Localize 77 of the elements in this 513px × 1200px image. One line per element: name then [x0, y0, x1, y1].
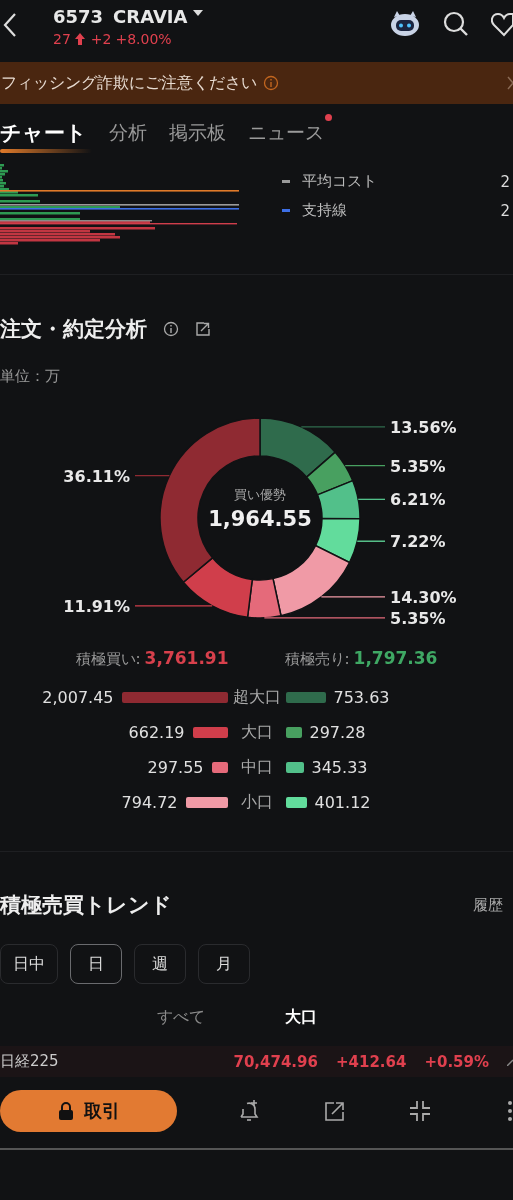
index-ticker-bar[interactable]: 日経225 70,474.96 +412.64 +0.59% [0, 1046, 513, 1077]
up-arrow-icon [74, 33, 85, 45]
leader-line [356, 540, 386, 542]
stock-code: 6573 [53, 5, 104, 27]
size-label: 超大口 [231, 687, 282, 708]
bell-plus-icon[interactable] [237, 1099, 261, 1123]
period-button[interactable]: 週 [134, 944, 186, 984]
tab[interactable]: 掲示板 [169, 116, 226, 150]
sell-value: 401.12 [314, 793, 371, 812]
total-value: 3,761.91 [144, 648, 229, 668]
banner-text: フィッシング詐欺にご注意ください [1, 72, 257, 94]
share-icon[interactable] [324, 1100, 346, 1122]
price-change: +2 [90, 31, 112, 47]
stock-price: 27 [53, 31, 71, 47]
info-icon[interactable] [163, 321, 179, 337]
leader-line [357, 498, 386, 500]
buy-value: 297.55 [147, 758, 204, 777]
period-button[interactable]: 月 [198, 944, 250, 984]
size-label: 中口 [239, 757, 274, 778]
percentage-label: 5.35% [390, 608, 446, 628]
tab[interactable]: 分析 [109, 116, 147, 150]
robot-icon[interactable] [389, 10, 421, 38]
stock-name: CRAVIA [113, 5, 188, 27]
heart-icon[interactable] [491, 11, 513, 37]
trade-button[interactable]: 取引 [0, 1090, 177, 1132]
period-button[interactable]: 日中 [0, 944, 58, 984]
more-icon[interactable] [507, 1100, 513, 1122]
percentage-label: 5.35% [390, 456, 446, 476]
buy-value: 2,007.45 [42, 688, 114, 707]
lock-icon [57, 1102, 74, 1120]
sell-value: 297.28 [309, 723, 366, 742]
section-title: 積極売買トレンド [0, 892, 172, 919]
percentage-label: 36.11% [63, 466, 130, 486]
warning-banner[interactable]: フィッシング詐欺にご注意ください [0, 62, 513, 104]
tab[interactable]: ニュース [248, 116, 324, 150]
legend-label: 平均コスト [302, 172, 378, 191]
total-value: 1,797.36 [353, 648, 438, 668]
total-label: 積極売り: [284, 650, 350, 668]
period-button[interactable]: 日 [70, 944, 122, 984]
percentage-label: 7.22% [390, 532, 446, 552]
buy-value: 794.72 [121, 793, 178, 812]
sub-tab[interactable]: すべて [156, 1006, 205, 1028]
legend-value: 2 [500, 172, 510, 191]
caret-icon[interactable] [193, 10, 204, 16]
share-icon[interactable] [195, 321, 211, 337]
percentage-label: 13.56% [390, 417, 457, 437]
center-value: 1,964.55 [207, 507, 313, 531]
index-change: +412.64 [335, 1052, 407, 1071]
search-icon[interactable] [443, 11, 469, 37]
price-change-percent: +8.00% [115, 31, 172, 47]
size-label: 大口 [239, 722, 274, 743]
index-name: 日経225 [0, 1052, 59, 1071]
unit-label: 単位：万 [0, 367, 61, 386]
history-link[interactable]: 履歴 [473, 895, 503, 915]
legend-label: 支持線 [302, 201, 348, 220]
percentage-label: 6.21% [390, 490, 446, 510]
back-icon[interactable] [2, 12, 18, 38]
leader-line [320, 596, 386, 598]
collapse-icon[interactable] [409, 1100, 431, 1122]
info-icon[interactable] [263, 75, 279, 91]
size-label: 小口 [239, 792, 274, 813]
legend-value: 2 [500, 201, 510, 220]
center-label: 買い優勢 [233, 486, 287, 504]
buy-value: 662.19 [128, 723, 185, 742]
sell-value: 753.63 [333, 688, 390, 707]
sub-tab[interactable]: 大口 [284, 1006, 317, 1028]
percentage-label: 11.91% [63, 596, 130, 616]
leader-line [344, 465, 386, 467]
index-value: 70,474.96 [233, 1052, 318, 1071]
chevron-right-icon[interactable] [507, 76, 513, 90]
tab[interactable]: チャート [0, 115, 87, 151]
total-label: 積極買い: [75, 650, 141, 668]
section-title: 注文・約定分析 [0, 316, 147, 343]
sell-value: 345.33 [311, 758, 368, 777]
leader-line [134, 475, 171, 477]
index-change-percent: +0.59% [424, 1052, 489, 1071]
percentage-label: 14.30% [390, 587, 457, 607]
